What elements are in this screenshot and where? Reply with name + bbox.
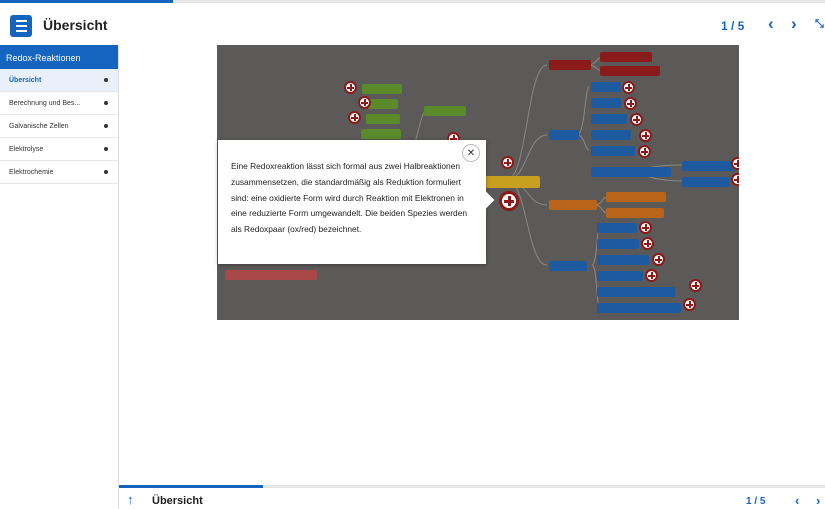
mindmap-node-blue[interactable] <box>597 303 681 313</box>
page-title: Übersicht <box>43 17 108 33</box>
sidebar-item-label: Berechnung und Bes... <box>9 100 81 107</box>
expand-icon[interactable]: ⤡ <box>815 18 824 31</box>
status-dot-icon <box>104 170 108 174</box>
sidebar-item-galvanische-zellen[interactable]: Galvanische Zellen <box>0 115 118 138</box>
mindmap-node-blue[interactable] <box>597 223 637 233</box>
expand-node-icon[interactable] <box>645 269 658 282</box>
mindmap-node-green[interactable] <box>361 129 401 139</box>
mindmap-node-green[interactable] <box>366 114 400 124</box>
main-content: ✕ Eine Redoxreaktion lässt sich formal a… <box>120 45 825 485</box>
sidebar-item-label: Elektrolyse <box>9 146 44 153</box>
mindmap-node-orange[interactable] <box>606 192 666 202</box>
expand-node-icon[interactable] <box>622 81 635 94</box>
mindmap-node-blue[interactable] <box>597 255 649 265</box>
sidebar-item-elektrolyse[interactable]: Elektrolyse <box>0 138 118 161</box>
expand-node-icon[interactable] <box>683 298 696 311</box>
mindmap-node-blue[interactable] <box>591 114 627 124</box>
previous-page-icon[interactable]: ‹ <box>795 493 799 508</box>
status-dot-icon <box>104 78 108 82</box>
footer-page-indicator: 1 / 5 <box>746 496 766 507</box>
menu-icon[interactable] <box>10 15 32 37</box>
sidebar-item-uebersicht[interactable]: Übersicht <box>0 69 118 92</box>
expand-node-icon[interactable] <box>652 253 665 266</box>
top-toolbar: Übersicht 1 / 5 ‹ › ⤡ <box>0 0 825 45</box>
expand-node-icon[interactable] <box>501 156 514 169</box>
expand-node-icon[interactable] <box>630 113 643 126</box>
mindmap-node-blue[interactable] <box>597 271 643 281</box>
expand-node-icon[interactable] <box>689 279 702 292</box>
mindmap-node-blue[interactable] <box>682 177 730 187</box>
page-indicator: 1 / 5 <box>721 19 745 33</box>
sidebar: Redox-Reaktionen Übersicht Berechnung un… <box>0 45 119 509</box>
info-popover: ✕ Eine Redoxreaktion lässt sich formal a… <box>218 140 495 264</box>
mindmap-root-node[interactable] <box>485 176 540 188</box>
mindmap-node-blue[interactable] <box>591 98 621 108</box>
expand-node-icon[interactable] <box>731 157 739 170</box>
app-window: Übersicht 1 / 5 ‹ › ⤡ Redox-Reaktionen Ü… <box>0 0 825 509</box>
sidebar-item-berechnung[interactable]: Berechnung und Bes... <box>0 92 118 115</box>
mindmap-node-red[interactable] <box>600 66 660 76</box>
sidebar-item-elektrochemie[interactable]: Elektrochemie <box>0 161 118 184</box>
mindmap-node-blue[interactable] <box>597 239 639 249</box>
reading-progress-bar <box>119 485 263 488</box>
bottom-toolbar: ↑ Übersicht 1 / 5 ‹ › <box>119 485 825 509</box>
previous-page-icon[interactable]: ‹ <box>768 14 774 34</box>
status-dot-icon <box>104 101 108 105</box>
mindmap-node-blue[interactable] <box>591 130 631 140</box>
mindmap-node-blue[interactable] <box>682 161 734 171</box>
expand-node-icon[interactable] <box>731 173 739 186</box>
footer-title: Übersicht <box>152 495 203 507</box>
sidebar-item-label: Elektrochemie <box>9 169 54 176</box>
expand-node-icon[interactable] <box>348 111 361 124</box>
mindmap-node-green[interactable] <box>362 84 402 94</box>
sidebar-item-label: Übersicht <box>9 77 42 84</box>
popover-text: Eine Redoxreaktion lässt sich formal aus… <box>231 161 468 235</box>
status-dot-icon <box>104 124 108 128</box>
expand-node-icon[interactable] <box>344 81 357 94</box>
expand-node-icon[interactable] <box>499 191 519 211</box>
status-dot-icon <box>104 147 108 151</box>
mindmap-node-green[interactable] <box>424 106 466 116</box>
reading-progress-bar <box>0 0 173 3</box>
mindmap-node-red[interactable] <box>225 270 317 280</box>
sidebar-item-label: Galvanische Zellen <box>9 123 69 130</box>
next-page-icon[interactable]: › <box>816 493 820 508</box>
expand-node-icon[interactable] <box>641 237 654 250</box>
mindmap-node-blue[interactable] <box>597 287 675 297</box>
mindmap-node-blue[interactable] <box>549 261 587 271</box>
mindmap-node-blue[interactable] <box>591 82 621 92</box>
mindmap-node-orange[interactable] <box>549 200 597 210</box>
sidebar-heading[interactable]: Redox-Reaktionen <box>0 45 118 69</box>
mindmap-node-blue[interactable] <box>591 146 635 156</box>
mindmap-node-green[interactable] <box>368 99 398 109</box>
expand-node-icon[interactable] <box>358 96 371 109</box>
expand-node-icon[interactable] <box>638 145 651 158</box>
next-page-icon[interactable]: › <box>791 14 797 34</box>
mindmap-node-red[interactable] <box>549 60 591 70</box>
expand-node-icon[interactable] <box>639 129 652 142</box>
arrow-up-icon[interactable]: ↑ <box>127 492 134 507</box>
mindmap-node-blue[interactable] <box>591 167 671 177</box>
expand-node-icon[interactable] <box>639 221 652 234</box>
mindmap-node-red[interactable] <box>600 52 652 62</box>
mindmap-node-orange[interactable] <box>606 208 664 218</box>
mindmap-node-blue[interactable] <box>549 130 579 140</box>
expand-node-icon[interactable] <box>624 97 637 110</box>
